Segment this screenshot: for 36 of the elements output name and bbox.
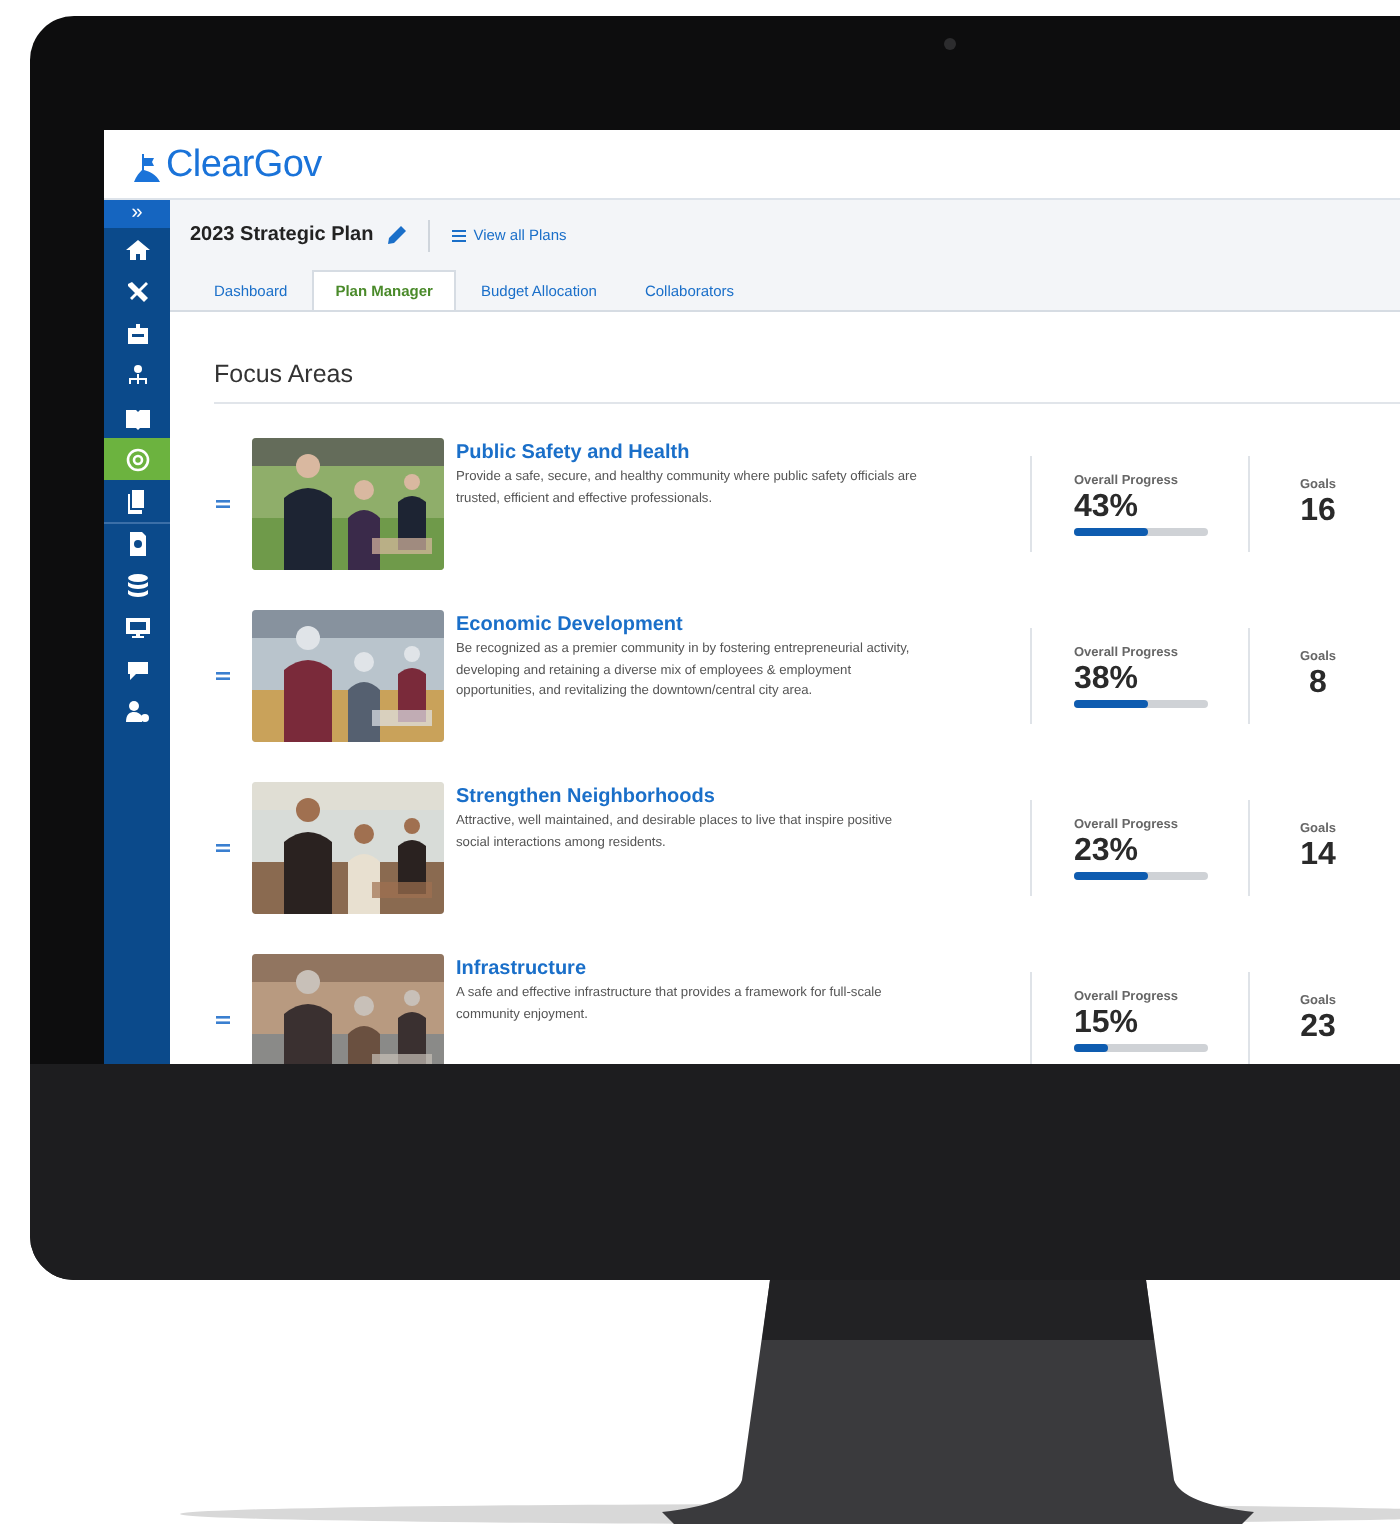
drag-handle-icon[interactable] (216, 500, 230, 508)
chat-icon (125, 657, 149, 681)
focus-area-title[interactable]: Economic Development (456, 614, 1016, 636)
progress-percent: 38% (1074, 659, 1141, 699)
section-title: Focus Areas (214, 360, 355, 388)
goals-count: 16 (1300, 491, 1336, 531)
drag-handle-icon[interactable] (216, 672, 230, 680)
document-search-icon (125, 532, 149, 556)
focus-area-title[interactable]: Public Safety and Health (456, 442, 1016, 464)
list-icon (451, 229, 466, 241)
logo-text: ClearGov (166, 145, 322, 183)
progress-percent: 15% (1074, 1003, 1141, 1043)
tools-icon (125, 279, 149, 303)
flag-logo-icon (132, 151, 164, 183)
goals-count: 8 (1309, 663, 1327, 703)
drag-handle-icon[interactable] (216, 1016, 230, 1024)
target-icon (125, 447, 149, 471)
database-icon (125, 573, 149, 597)
goals-count: 23 (1300, 1007, 1336, 1047)
edit-pencil-icon[interactable] (387, 226, 406, 244)
documents-icon (125, 489, 149, 513)
id-badge-icon (125, 321, 149, 345)
user-gear-icon (125, 699, 149, 723)
plan-title: 2023 Strategic Plan (190, 224, 374, 246)
drag-handle-icon[interactable] (216, 844, 230, 852)
home-icon (125, 237, 149, 261)
book-icon (125, 405, 149, 429)
expand-toggle[interactable]: » (104, 200, 170, 228)
org-chart-icon (125, 363, 149, 387)
focus-area-title[interactable]: Strengthen Neighborhoods (456, 786, 1016, 808)
goals-count: 14 (1300, 835, 1336, 875)
progress-percent: 43% (1074, 487, 1141, 527)
camera-icon (944, 38, 956, 50)
monitor-icon (125, 615, 149, 639)
focus-area-title[interactable]: Infrastructure (456, 958, 1016, 980)
progress-percent: 23% (1074, 831, 1141, 871)
